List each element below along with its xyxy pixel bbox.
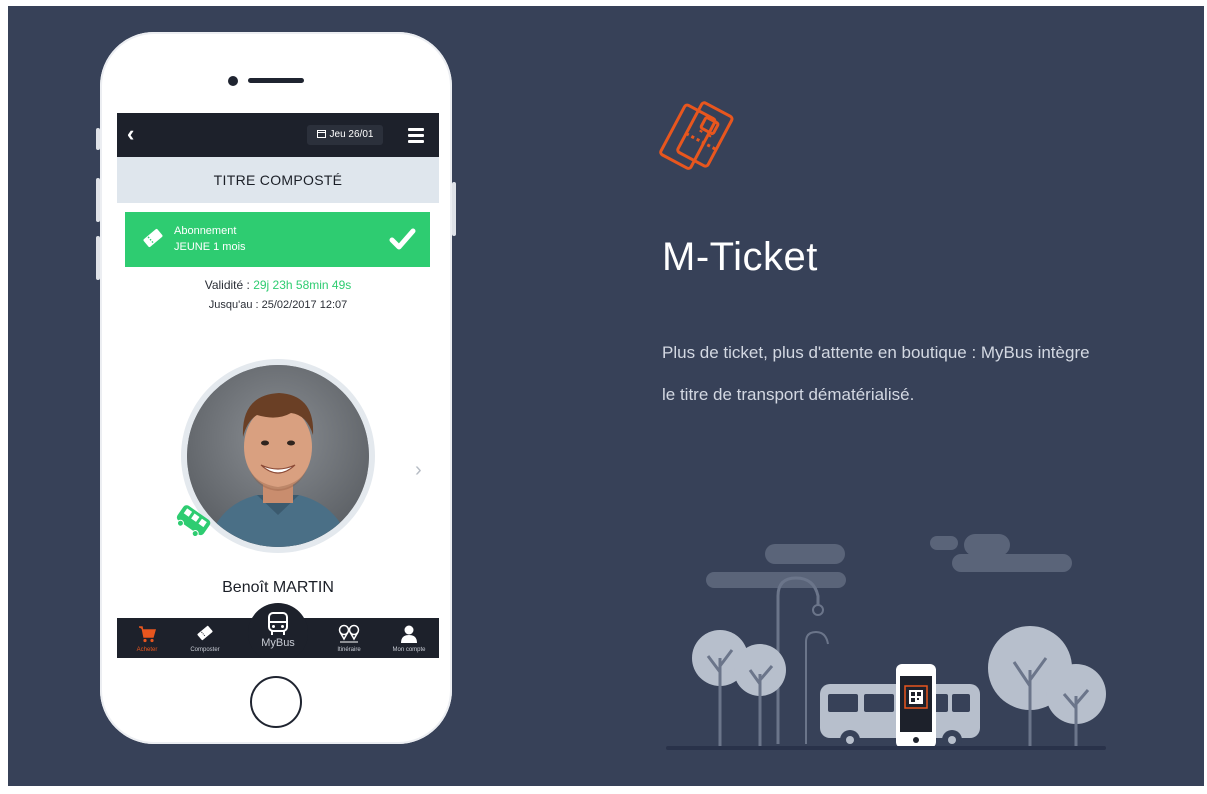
app-top-bar: ‹ Jeu 26/01	[117, 113, 439, 157]
feature-title: M-Ticket	[662, 235, 818, 279]
check-icon	[387, 224, 417, 259]
chevron-left-icon[interactable]: ‹	[127, 121, 134, 147]
date-selector[interactable]: Jeu 26/01	[307, 125, 383, 145]
phone-speaker	[248, 78, 304, 83]
city-bus-illustration	[660, 534, 1110, 769]
phone-camera	[228, 76, 238, 86]
calendar-icon	[316, 125, 326, 145]
validity-label: Validité :	[204, 278, 250, 292]
phone-mute-switch	[96, 128, 100, 150]
tab-itineraire[interactable]: Itinéraire	[319, 618, 379, 658]
tab-label: MyBus	[261, 637, 295, 649]
ticket-icon	[656, 96, 748, 193]
tab-composter[interactable]: Composter	[175, 618, 235, 658]
hamburger-menu-icon[interactable]	[408, 128, 424, 146]
page-background: ‹ Jeu 26/01 TITRE COMPOSTÉ Abonnement JE…	[8, 6, 1204, 786]
phone-volume-down	[96, 236, 100, 280]
chevron-right-icon[interactable]: ›	[415, 459, 422, 482]
validity-until: Jusqu'au : 25/02/2017 12:07	[208, 299, 348, 311]
ticket-type: Abonnement	[174, 225, 237, 237]
tab-label: Mon compte	[392, 647, 426, 653]
ticket-name: JEUNE 1 mois	[174, 241, 246, 253]
page-title: TITRE COMPOSTÉ	[117, 157, 439, 203]
validity-line: Validité : 29j 23h 58min 49s	[117, 278, 439, 292]
ticket-info: Abonnement JEUNE 1 mois	[174, 223, 246, 255]
tab-label: Acheter	[136, 647, 158, 653]
ticket-icon	[175, 624, 235, 644]
validity-countdown: 29j 23h 58min 49s	[253, 278, 352, 292]
tab-label: Composter	[190, 647, 220, 653]
date-label: Jeu 26/01	[329, 129, 374, 140]
tab-mybus[interactable]: MyBus	[248, 603, 308, 658]
phone-power-button	[452, 182, 456, 236]
phone-mockup: ‹ Jeu 26/01 TITRE COMPOSTÉ Abonnement JE…	[96, 32, 456, 744]
ticket-status-banner[interactable]: Abonnement JEUNE 1 mois	[125, 212, 430, 267]
ticket-icon	[141, 226, 165, 255]
phone-volume-up	[96, 178, 100, 222]
feature-description: Plus de ticket, plus d'attente en boutiq…	[662, 343, 1090, 404]
user-name: Benoît MARTIN	[222, 579, 334, 596]
bus-badge-icon	[171, 499, 215, 548]
cart-icon	[117, 624, 177, 644]
tab-acheter[interactable]: Acheter	[117, 618, 177, 658]
route-pins-icon	[319, 624, 379, 644]
tab-label: Itinéraire	[337, 647, 361, 653]
phone-home-button[interactable]	[250, 676, 302, 728]
bus-icon	[248, 611, 308, 637]
phone-screen: ‹ Jeu 26/01 TITRE COMPOSTÉ Abonnement JE…	[117, 113, 439, 658]
user-icon	[379, 624, 439, 644]
tab-mon-compte[interactable]: Mon compte	[379, 618, 439, 658]
